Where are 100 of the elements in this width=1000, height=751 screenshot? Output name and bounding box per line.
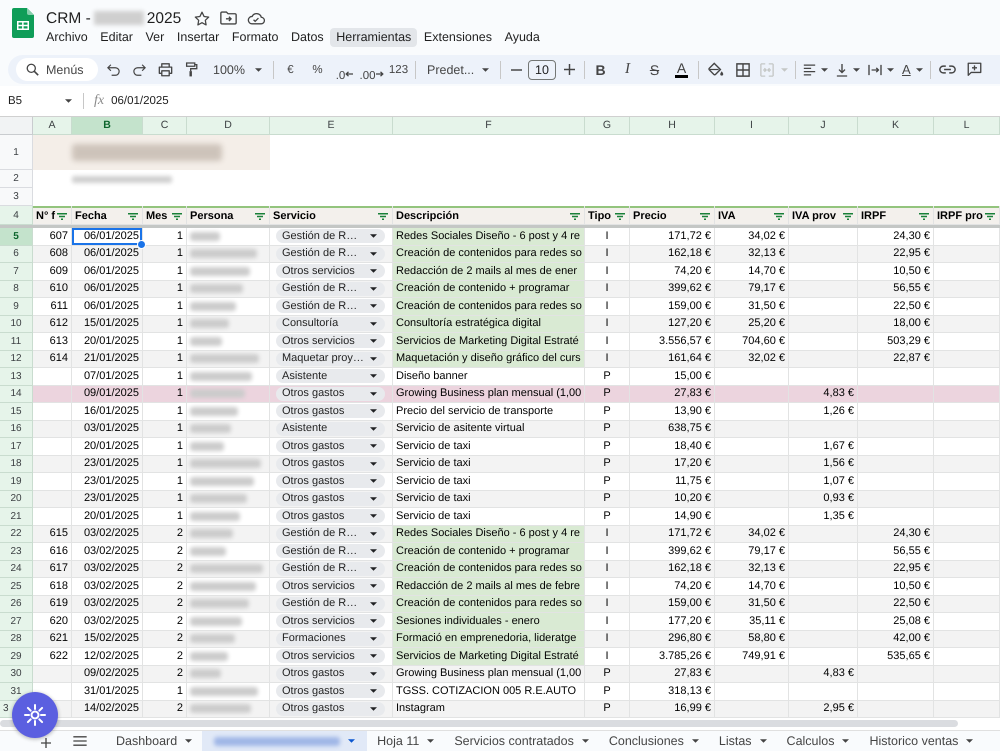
align-left-icon[interactable] — [803, 64, 816, 76]
row-header[interactable]: 21 — [0, 508, 33, 526]
row-header[interactable]: 18 — [0, 456, 33, 473]
filter-icon[interactable] — [570, 212, 580, 220]
font-size-field[interactable]: 10 — [528, 60, 556, 80]
document-title[interactable]: 2025 — [146, 8, 182, 28]
row-header[interactable]: 17 — [0, 438, 33, 456]
row-header[interactable]: 12 — [0, 350, 33, 368]
fill-handle[interactable] — [137, 240, 146, 248]
zoom-dropdown[interactable]: 100% — [206, 58, 270, 82]
row-header[interactable]: 7 — [0, 263, 33, 280]
row-header[interactable]: 9 — [0, 298, 33, 316]
sheet-tab[interactable]: Listas — [708, 731, 777, 751]
number-format-button[interactable]: 123 — [385, 58, 412, 82]
number-format-button[interactable]: .00 — [358, 58, 385, 82]
dropdown-chip[interactable]: Gestión de R… — [276, 282, 385, 296]
row-header[interactable]: 22 — [0, 526, 33, 543]
star-icon[interactable] — [194, 10, 210, 26]
filter-icon[interactable] — [378, 212, 388, 220]
filter-icon[interactable] — [919, 212, 929, 220]
menu-item[interactable]: Extensiones — [418, 28, 498, 47]
dropdown-chip[interactable]: Otros gastos — [276, 474, 385, 488]
number-format-button[interactable]: € — [277, 58, 304, 82]
row-header[interactable]: 6 — [0, 246, 33, 263]
add-comment-icon[interactable] — [966, 62, 982, 77]
row-header[interactable]: 27 — [0, 613, 33, 630]
row-header[interactable]: 30 — [0, 666, 33, 683]
paint-roller-icon[interactable] — [184, 62, 198, 77]
horizontal-scrollbar[interactable] — [0, 720, 958, 727]
dropdown-chip[interactable]: Otros servicios — [276, 264, 385, 278]
italic-button[interactable]: I — [614, 58, 641, 82]
filter-icon[interactable] — [985, 212, 995, 220]
row-header[interactable]: 1 — [0, 135, 33, 170]
row-header[interactable]: 23 — [0, 543, 33, 560]
sheet-tab[interactable]: Conclusiones — [598, 731, 709, 751]
menu-item[interactable]: Ver — [140, 28, 170, 47]
dropdown-chip[interactable]: Formaciones — [276, 632, 385, 646]
dropdown-chip[interactable]: Otros servicios — [276, 649, 385, 664]
dropdown-chip[interactable]: Otros gastos — [276, 684, 385, 698]
menu-item[interactable]: Formato — [226, 28, 284, 47]
cloud-check-icon[interactable] — [247, 12, 266, 24]
bold-button[interactable]: B — [587, 58, 614, 82]
dropdown-chip[interactable]: Maquetar proy… — [276, 352, 385, 366]
undo-icon[interactable] — [106, 64, 120, 76]
row-header[interactable]: 3 — [0, 188, 33, 206]
menu-item[interactable]: Insertar — [170, 28, 226, 47]
row-header[interactable]: 4 — [0, 206, 33, 225]
filter-icon[interactable] — [774, 212, 784, 220]
row-header[interactable]: 19 — [0, 473, 33, 490]
row-header[interactable]: 10 — [0, 316, 33, 333]
dropdown-chip[interactable]: Otros servicios — [276, 579, 385, 594]
dropdown-chip[interactable]: Asistente — [276, 422, 385, 436]
dropdown-chip[interactable]: Gestión de R… — [276, 562, 385, 576]
column-header[interactable]: L — [934, 117, 1000, 135]
row-header[interactable]: 20 — [0, 490, 33, 508]
column-header[interactable]: J — [789, 117, 858, 135]
sheet-tab[interactable]: Calculos — [776, 731, 860, 751]
column-header[interactable]: H — [630, 117, 715, 135]
dropdown-chip[interactable]: Gestión de R… — [276, 544, 385, 558]
sheet-tab[interactable]: Historico ventas — [859, 731, 984, 751]
column-header[interactable]: G — [585, 117, 630, 135]
sheet-tab[interactable]: Dashboard — [106, 731, 202, 751]
number-format-button[interactable]: .0 — [331, 58, 358, 82]
column-header[interactable]: B — [72, 117, 143, 135]
row-header[interactable]: 13 — [0, 368, 33, 386]
row-header[interactable]: 5 — [0, 228, 33, 246]
dropdown-chip[interactable]: Consultoría — [276, 316, 385, 331]
plus-icon[interactable] — [564, 64, 574, 75]
document-title[interactable]: CRM - — [46, 8, 91, 28]
menu-item[interactable]: Archivo — [40, 28, 94, 47]
print-icon[interactable] — [158, 62, 172, 76]
filter-icon[interactable] — [255, 212, 265, 220]
menu-icon[interactable] — [73, 736, 87, 746]
filter-icon[interactable] — [57, 212, 67, 220]
align-bottom-icon[interactable] — [836, 62, 848, 76]
row-header[interactable]: 16 — [0, 420, 33, 438]
folder-arrow-icon[interactable] — [220, 11, 238, 25]
dropdown-chip[interactable]: Otros servicios — [276, 614, 385, 628]
column-header[interactable]: E — [270, 117, 393, 135]
filter-icon[interactable] — [615, 212, 625, 220]
dropdown-chip[interactable]: Gestión de R… — [276, 299, 385, 314]
menu-item[interactable]: Ayuda — [498, 28, 546, 47]
link-icon[interactable] — [938, 65, 956, 74]
dropdown-chip[interactable]: Otros gastos — [276, 404, 385, 418]
dropdown-chip[interactable]: Otros gastos — [276, 456, 385, 471]
row-header[interactable]: 2 — [0, 170, 33, 188]
dropdown-chip[interactable]: Gestión de R… — [276, 229, 385, 244]
menu-item[interactable]: Datos — [285, 28, 330, 47]
column-header[interactable]: D — [187, 117, 270, 135]
dropdown-chip[interactable]: Gestión de R… — [276, 596, 385, 611]
font-dropdown[interactable]: Predet... — [419, 58, 497, 82]
filter-icon[interactable] — [843, 212, 853, 220]
row-header[interactable]: 11 — [0, 333, 33, 350]
filter-icon[interactable] — [700, 212, 710, 220]
minus-icon[interactable] — [510, 68, 522, 70]
text-rotation-dropdown[interactable]: A — [898, 58, 927, 82]
sheet-tab[interactable]: Hoja 11 — [367, 731, 444, 751]
dropdown-chip[interactable]: Otros gastos — [276, 509, 385, 524]
paint-bucket-icon[interactable] — [708, 62, 724, 77]
dropdown-chip[interactable]: Otros servicios — [276, 334, 385, 348]
